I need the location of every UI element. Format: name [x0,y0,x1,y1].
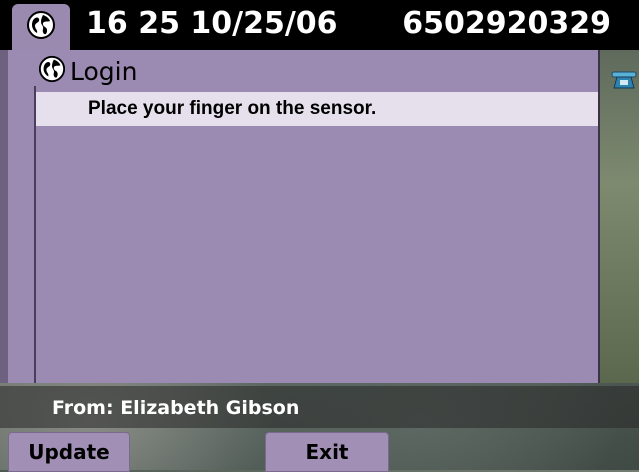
status-phone-number: 6502920329 [402,6,611,41]
phone-icon [611,69,637,96]
left-edge [0,50,8,383]
line-button[interactable] [608,62,639,102]
prompt-row[interactable]: Place your finger on the sensor. [36,92,598,126]
globe-tab[interactable] [12,4,70,50]
status-bar: 16 25 10/25/06 6502920329 [0,0,639,50]
update-button[interactable]: Update [8,432,130,472]
panel-title-text: Login [70,56,138,86]
prompt-text: Place your finger on the sensor. [88,98,377,119]
exit-button[interactable]: Exit [265,432,389,472]
caller-from-text: From: Elizabeth Gibson [52,397,300,419]
globe-icon [26,10,56,45]
panel-title: Login [38,55,138,88]
globe-icon [38,55,66,88]
login-panel: Login Place your finger on the sensor. [8,50,600,383]
status-datetime: 16 25 10/25/06 [86,6,338,41]
panel-divider [34,86,36,383]
